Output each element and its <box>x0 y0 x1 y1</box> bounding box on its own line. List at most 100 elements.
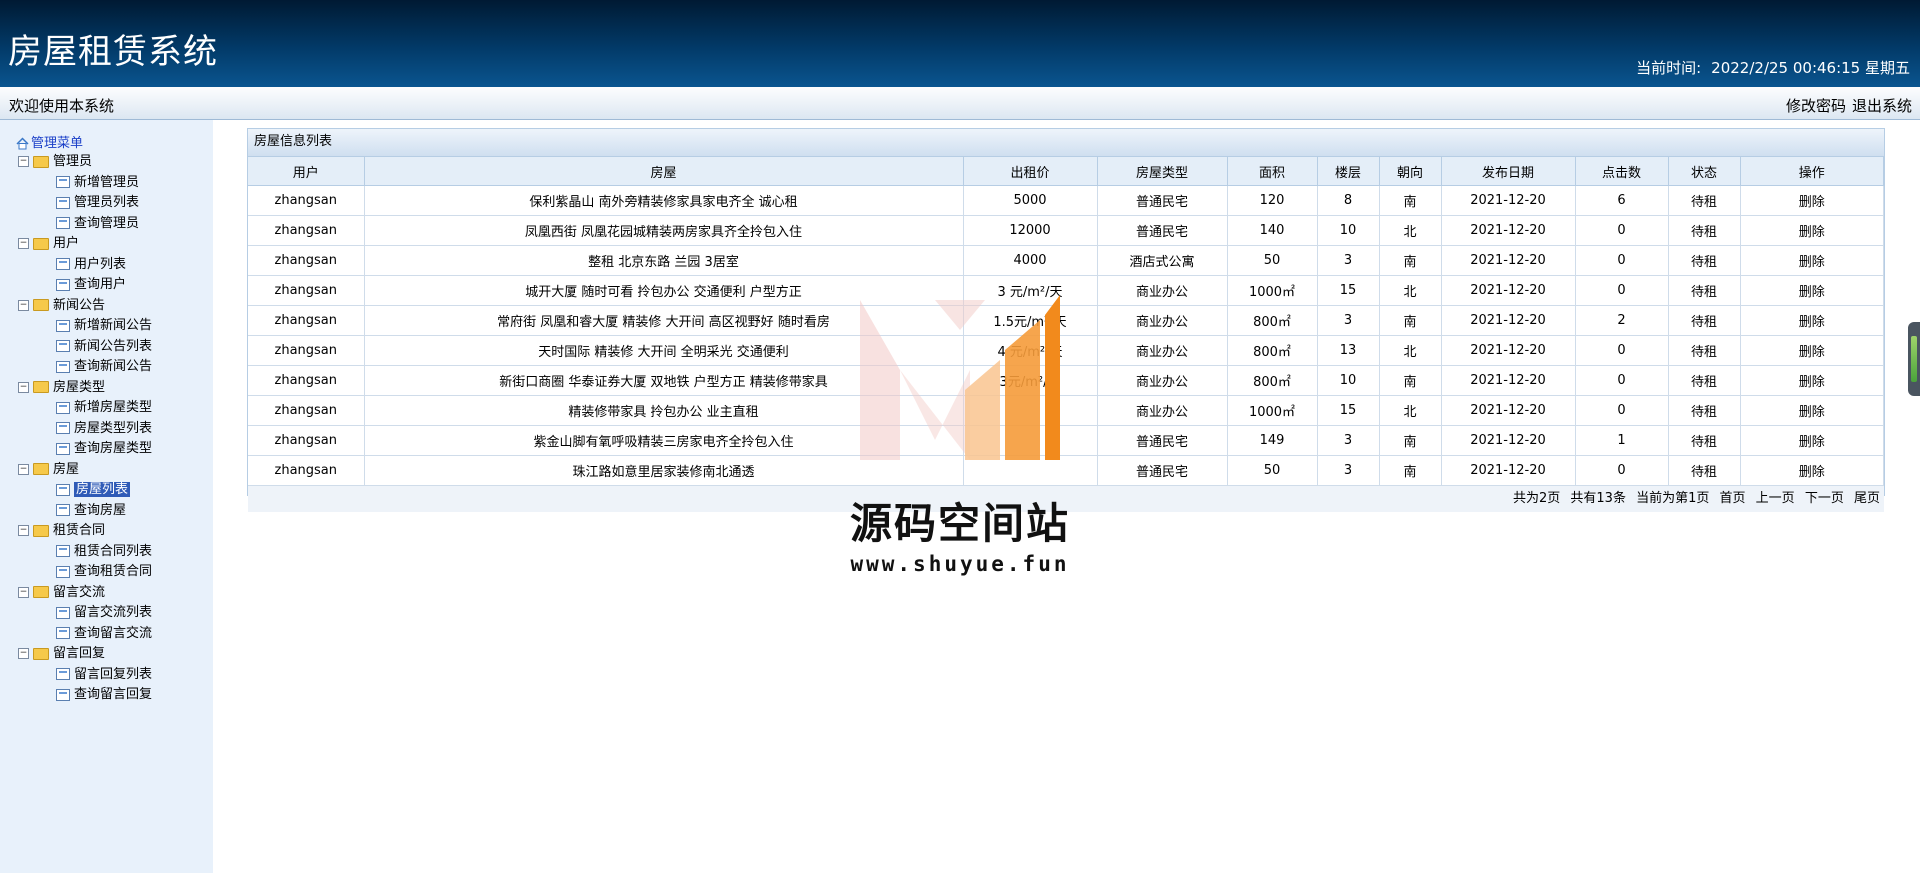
table-cell: 800㎡ <box>1227 305 1318 336</box>
sidebar: 管理菜单 − 管理员 新增管理员管理员列表 查询管理员 − 用户 用户列表 查询用户 − 新闻公告… <box>0 120 213 873</box>
table-cell: 南 <box>1379 455 1442 486</box>
table-cell: 4000 <box>963 245 1098 276</box>
delete-link[interactable]: 删除 <box>1740 215 1884 246</box>
delete-link[interactable]: 删除 <box>1740 365 1884 396</box>
system-title: 房屋租赁系统 <box>8 32 218 72</box>
menu-item-label: 房屋类型列表 <box>74 420 153 436</box>
menu-item-0-2[interactable]: 查询管理员 <box>0 214 213 235</box>
menu-item-5-1[interactable]: 查询租赁合同 <box>0 562 213 583</box>
menu-item-2-0[interactable]: 新增新闻公告 <box>0 316 213 337</box>
delete-link[interactable]: 删除 <box>1740 245 1884 276</box>
menu-item-label: 新增管理员 <box>74 174 140 190</box>
menu-item-4-0[interactable]: 房屋列表 <box>0 480 213 501</box>
logout-link[interactable]: 退出系统 <box>1852 97 1912 115</box>
menu-group-7[interactable]: − 留言回复 <box>0 644 213 665</box>
folder-icon <box>33 586 49 598</box>
delete-link[interactable]: 删除 <box>1740 275 1884 306</box>
menu-item-label: 新增新闻公告 <box>74 318 153 333</box>
delete-link[interactable]: 删除 <box>1740 395 1884 426</box>
column-header: 用户 <box>248 157 365 186</box>
menu-item-0-1[interactable]: 管理员列表 <box>0 193 213 214</box>
top-bar: 欢迎使用本系统 修改密码 退出系统 <box>0 87 1920 120</box>
menu-item-2-1[interactable]: 新闻公告列表 <box>0 337 213 358</box>
column-header: 朝向 <box>1379 157 1442 186</box>
pager-prev-link[interactable]: 上一页 <box>1756 491 1795 506</box>
menu-item-1-1[interactable]: 查询用户 <box>0 275 213 296</box>
menu-item-6-0[interactable]: 留言交流列表 <box>0 603 213 624</box>
menu-item-label: 租赁合同列表 <box>74 543 153 559</box>
table-cell: zhangsan <box>248 245 365 276</box>
menu-group-label: 新闻公告 <box>53 297 106 313</box>
page-icon <box>56 278 70 291</box>
page-icon <box>56 422 70 434</box>
menu-group-0[interactable]: − 管理员 <box>0 152 213 173</box>
collapse-toggle-icon[interactable]: − <box>18 381 29 393</box>
collapse-toggle-icon[interactable]: − <box>18 648 29 659</box>
table-cell: 50 <box>1227 245 1318 276</box>
table-cell: 0 <box>1575 395 1669 426</box>
collapse-toggle-icon[interactable]: − <box>18 299 29 311</box>
table-cell: 0 <box>1575 335 1669 366</box>
delete-link[interactable]: 删除 <box>1740 305 1884 336</box>
menu-item-7-1[interactable]: 查询留言回复 <box>0 685 213 706</box>
change-password-link[interactable]: 修改密码 <box>1786 97 1846 115</box>
table-cell: 北 <box>1379 395 1442 426</box>
delete-link[interactable]: 删除 <box>1740 425 1884 456</box>
delete-link[interactable]: 删除 <box>1740 335 1884 366</box>
delete-link[interactable]: 删除 <box>1740 455 1884 486</box>
menu-group-1[interactable]: − 用户 <box>0 234 213 255</box>
menu-item-5-0[interactable]: 租赁合同列表 <box>0 542 213 563</box>
page-icon <box>56 504 70 516</box>
column-header: 房屋 <box>364 157 964 186</box>
menu-item-6-1[interactable]: 查询留言交流 <box>0 624 213 645</box>
menu-item-label: 查询留言回复 <box>74 687 153 702</box>
menu-group-4[interactable]: − 房屋 <box>0 460 213 481</box>
menu-item-4-1[interactable]: 查询房屋 <box>0 501 213 522</box>
collapse-toggle-icon[interactable]: − <box>18 525 29 536</box>
collapse-toggle-icon[interactable]: − <box>18 238 29 249</box>
menu-group-2[interactable]: − 新闻公告 <box>0 296 213 317</box>
menu-item-3-2[interactable]: 查询房屋类型 <box>0 439 213 460</box>
menu-item-7-0[interactable]: 留言回复列表 <box>0 665 213 686</box>
menu-item-0-0[interactable]: 新增管理员 <box>0 173 213 194</box>
table-cell: 2021-12-20 <box>1441 335 1576 366</box>
collapse-toggle-icon[interactable]: − <box>18 586 29 598</box>
account-links: 修改密码 退出系统 <box>1780 95 1912 116</box>
menu-item-3-1[interactable]: 房屋类型列表 <box>0 419 213 440</box>
table-cell: 2021-12-20 <box>1441 185 1576 216</box>
menu-item-3-0[interactable]: 新增房屋类型 <box>0 398 213 419</box>
table-cell: 1 <box>1575 425 1669 456</box>
table-cell: 3 <box>1317 425 1380 456</box>
menu-group-3[interactable]: − 房屋类型 <box>0 378 213 399</box>
menu-group-5[interactable]: − 租赁合同 <box>0 521 213 542</box>
collapse-toggle-icon[interactable]: − <box>18 463 29 475</box>
pager-last-link[interactable]: 尾页 <box>1854 491 1880 506</box>
pager-first-link[interactable]: 首页 <box>1720 491 1746 506</box>
column-header: 发布日期 <box>1441 157 1576 186</box>
column-header: 面积 <box>1227 157 1318 186</box>
table-cell: 待租 <box>1668 365 1741 396</box>
menu-item-1-0[interactable]: 用户列表 <box>0 255 213 276</box>
pager-next-link[interactable]: 下一页 <box>1805 491 1844 506</box>
menu-group-6[interactable]: − 留言交流 <box>0 583 213 604</box>
page-icon <box>56 688 70 701</box>
menu-item-label: 房屋列表 <box>74 482 131 497</box>
side-widget-handle[interactable] <box>1908 322 1920 396</box>
table-cell: 南 <box>1379 245 1442 276</box>
collapse-toggle-icon[interactable]: − <box>18 156 29 167</box>
table-cell: 待租 <box>1668 395 1741 426</box>
menu-root[interactable]: 管理菜单 <box>16 132 83 151</box>
table-cell: 15 <box>1317 275 1380 306</box>
table-cell: zhangsan <box>248 185 365 216</box>
table-cell: 0 <box>1575 455 1669 486</box>
table-cell: 待租 <box>1668 215 1741 246</box>
menu-item-2-2[interactable]: 查询新闻公告 <box>0 357 213 378</box>
menu-group-label: 租赁合同 <box>53 523 106 538</box>
table-cell: 酒店式公寓 <box>1097 245 1228 276</box>
folder-icon <box>33 524 49 537</box>
home-icon <box>16 137 29 150</box>
delete-link[interactable]: 删除 <box>1740 185 1884 216</box>
column-header: 房屋类型 <box>1097 157 1228 186</box>
folder-icon <box>33 381 49 393</box>
table-cell: 8 <box>1317 185 1380 216</box>
